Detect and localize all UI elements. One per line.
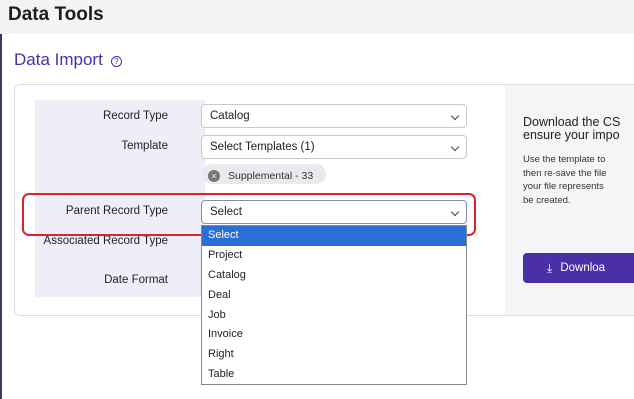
download-title-line2: ensure your impo bbox=[523, 128, 620, 142]
record-type-label: Record Type bbox=[103, 110, 168, 122]
section-title: Data Import ? bbox=[14, 50, 122, 70]
download-desc-line3: your file represents bbox=[523, 181, 604, 192]
record-type-select[interactable]: Catalog bbox=[201, 104, 467, 128]
dropdown-option-table[interactable]: Table bbox=[202, 365, 466, 385]
dropdown-option-right[interactable]: Right bbox=[202, 345, 466, 365]
download-desc-line1: Use the template to bbox=[523, 154, 606, 165]
download-description: Use the template to then re-save the fil… bbox=[523, 153, 634, 207]
left-border bbox=[0, 34, 2, 399]
template-chip: × Supplemental - 33 bbox=[202, 164, 326, 184]
download-desc-line2: then re-save the file bbox=[523, 167, 607, 179]
download-button[interactable]: ⤓ Downloa bbox=[523, 253, 634, 283]
download-button-label: Downloa bbox=[560, 262, 606, 274]
dropdown-option-select[interactable]: Select bbox=[202, 226, 466, 246]
download-desc-line4: be created. bbox=[523, 194, 571, 206]
download-icon: ⤓ bbox=[547, 260, 553, 275]
date-format-label: Date Format bbox=[104, 274, 168, 286]
dropdown-option-project[interactable]: Project bbox=[202, 246, 466, 266]
parent-record-type-dropdown[interactable]: Select Project Catalog Deal Job Invoice … bbox=[201, 225, 467, 385]
dropdown-option-invoice[interactable]: Invoice bbox=[202, 325, 466, 345]
dropdown-option-deal[interactable]: Deal bbox=[202, 286, 466, 306]
associated-record-type-label: Associated Record Type bbox=[43, 235, 168, 247]
chevron-down-icon bbox=[450, 142, 460, 152]
section-title-text: Data Import bbox=[14, 50, 103, 69]
remove-chip-icon[interactable]: × bbox=[208, 169, 220, 182]
dropdown-option-catalog[interactable]: Catalog bbox=[202, 266, 466, 286]
template-chip-label: Supplemental - 33 bbox=[228, 169, 314, 182]
dropdown-option-job[interactable]: Job bbox=[202, 306, 466, 326]
record-type-value: Catalog bbox=[210, 110, 250, 122]
template-value: Select Templates (1) bbox=[210, 141, 315, 153]
template-select[interactable]: Select Templates (1) bbox=[201, 135, 467, 159]
page-title: Data Tools bbox=[8, 4, 104, 25]
chevron-down-icon bbox=[450, 111, 460, 121]
template-label: Template bbox=[121, 140, 168, 152]
help-circle-icon[interactable]: ? bbox=[110, 56, 122, 67]
download-title: Download the CS ensure your impo bbox=[523, 116, 634, 142]
